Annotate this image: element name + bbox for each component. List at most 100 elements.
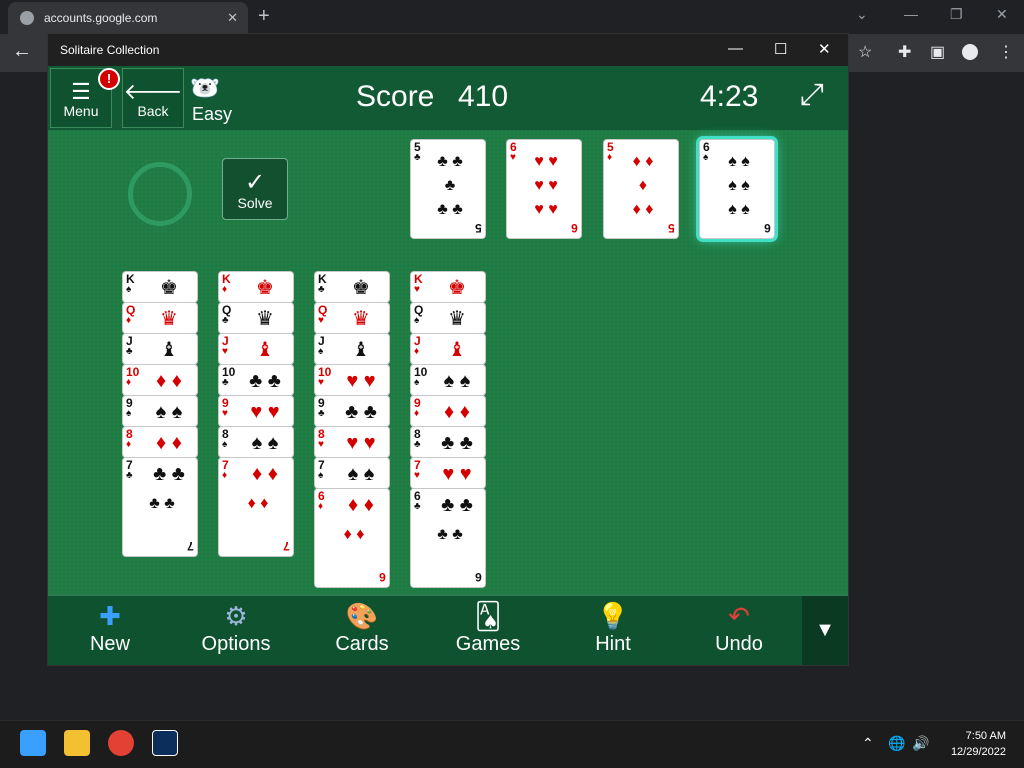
tableau-card[interactable]: K ♠ ♚ xyxy=(122,271,198,303)
file-explorer-icon[interactable] xyxy=(64,730,90,756)
suit-pips-icon: ♦ ♦ xyxy=(348,494,374,516)
start-windows-icon[interactable] xyxy=(20,730,46,756)
close-tab-icon[interactable]: ✕ xyxy=(227,10,238,26)
solitaire-window: Solitaire Collection — ☐ ✕ ☰ Menu ! 🡐 Ba… xyxy=(47,33,849,666)
tableau-card[interactable]: 9 ♦ ♦ ♦ xyxy=(410,395,486,427)
tableau-card[interactable]: 7 ♠ ♠ ♠ xyxy=(314,457,390,489)
tableau-card[interactable]: Q ♣ ♛ xyxy=(218,302,294,334)
tableau-card[interactable]: 10 ♠ ♠ ♠ xyxy=(410,364,486,396)
tableau-card[interactable]: 7 ♦ ♦ ♦ ♦ ♦ 7 xyxy=(218,457,294,557)
tableau-card[interactable]: 10 ♦ ♦ ♦ xyxy=(122,364,198,396)
pip-row: ♦ ♦ xyxy=(632,201,654,218)
card-suit-icon: ♥ xyxy=(318,377,324,388)
pip-row: ♠ ♠ xyxy=(728,177,750,194)
foundation-card[interactable]: 6 ♠ ♠ ♠ ♠ ♠ ♠ ♠ 6 xyxy=(699,139,775,239)
tableau-card[interactable]: 8 ♥ ♥ ♥ xyxy=(314,426,390,458)
gear-icon: ⚙ xyxy=(224,601,248,631)
pip-row: ♣ xyxy=(444,177,456,194)
new-tab-button[interactable]: + xyxy=(258,5,270,28)
tableau-card[interactable]: 9 ♠ ♠ ♠ xyxy=(122,395,198,427)
tableau-card[interactable]: J ♥ ♝ xyxy=(218,333,294,365)
tableau-card[interactable]: 8 ♦ ♦ ♦ xyxy=(122,426,198,458)
system-clock[interactable]: 7:50 AM 12/29/2022 xyxy=(951,728,1006,760)
tableau-card[interactable]: 7 ♥ ♥ ♥ xyxy=(410,457,486,489)
extensions-icon[interactable]: ✚ xyxy=(898,42,911,62)
tableau-card[interactable]: 10 ♣ ♣ ♣ xyxy=(218,364,294,396)
app-minimize-icon[interactable]: — xyxy=(728,40,743,57)
tableau-card[interactable]: K ♥ ♚ xyxy=(410,271,486,303)
app-title: Solitaire Collection xyxy=(60,43,160,57)
card-suit-icon: ♠ xyxy=(222,439,228,450)
card-suit-icon: ♣ xyxy=(222,315,229,326)
court-figure-icon: ♛ xyxy=(352,308,370,330)
app-close-icon[interactable]: ✕ xyxy=(818,40,831,58)
new-game-button[interactable]: ✚ New xyxy=(60,600,160,662)
difficulty-label: Easy xyxy=(192,104,233,124)
tab-search-icon[interactable]: ⌄ xyxy=(856,6,868,23)
court-figure-icon: ♚ xyxy=(256,277,274,299)
suit-pips-icon: ♦ ♦ xyxy=(252,463,278,485)
solitaire-taskbar-icon[interactable] xyxy=(152,730,178,756)
profile-avatar-icon[interactable] xyxy=(962,44,978,60)
tableau-card[interactable]: 7 ♣ ♣ ♣ ♣ ♣ 7 xyxy=(122,457,198,557)
games-button[interactable]: 🂡 Games xyxy=(438,600,538,662)
tableau-card[interactable]: J ♣ ♝ xyxy=(122,333,198,365)
card-suit-icon: ♦ xyxy=(607,152,613,163)
suit-pips-icon: ♦ ♦ xyxy=(247,495,269,512)
tableau-card[interactable]: J ♦ ♝ xyxy=(410,333,486,365)
pip-row: ♥ ♥ xyxy=(534,153,558,170)
tableau-card[interactable]: Q ♦ ♛ xyxy=(122,302,198,334)
fullscreen-icon[interactable]: ⤢ xyxy=(800,78,824,112)
undo-button[interactable]: ↶ Undo xyxy=(689,600,789,662)
card-suit-icon: ♠ xyxy=(318,470,324,481)
card-suit-icon: ♦ xyxy=(126,439,132,450)
timer: 4:23 xyxy=(700,80,759,113)
suit-pips-icon: ♦ ♦ xyxy=(156,370,182,392)
close-window-icon[interactable]: ✕ xyxy=(996,6,1008,23)
options-button[interactable]: ⚙ Options xyxy=(186,600,286,662)
foundation-card[interactable]: 6 ♥ ♥ ♥ ♥ ♥ ♥ ♥ 6 xyxy=(506,139,582,239)
card-suit-icon: ♥ xyxy=(414,284,420,295)
stock-empty-circle-icon[interactable] xyxy=(128,162,192,226)
browser-tab[interactable]: accounts.google.com ✕ xyxy=(8,2,248,34)
side-panel-icon[interactable]: ▣ xyxy=(930,42,945,62)
tableau-card[interactable]: K ♣ ♚ xyxy=(314,271,390,303)
app-maximize-icon[interactable]: ☐ xyxy=(774,40,787,58)
tableau-card[interactable]: 8 ♠ ♠ ♠ xyxy=(218,426,294,458)
restore-icon[interactable]: ❐ xyxy=(950,6,963,23)
tableau-card[interactable]: 10 ♥ ♥ ♥ xyxy=(314,364,390,396)
browser-back-icon[interactable]: ← xyxy=(12,40,32,63)
hint-button[interactable]: 💡 Hint xyxy=(563,600,663,662)
tableau-card[interactable]: Q ♠ ♛ xyxy=(410,302,486,334)
tableau-card[interactable]: 9 ♥ ♥ ♥ xyxy=(218,395,294,427)
chrome-icon[interactable] xyxy=(108,730,134,756)
volume-icon[interactable]: 🔊 xyxy=(912,735,929,752)
tableau-card[interactable]: 6 ♣ ♣ ♣ ♣ ♣ 6 xyxy=(410,488,486,588)
tray-overflow-chevron-icon[interactable]: ⌃ xyxy=(862,735,874,752)
bookmark-star-icon[interactable]: ☆ xyxy=(858,42,872,62)
card-suit-icon: ♣ xyxy=(126,346,133,357)
undo-arrow-icon: ↶ xyxy=(728,601,750,631)
court-figure-icon: ♚ xyxy=(160,277,178,299)
foundation-card[interactable]: 5 ♣ ♣ ♣ ♣ ♣ ♣ 5 xyxy=(410,139,486,239)
network-globe-icon[interactable]: 🌐 xyxy=(888,735,905,752)
foundation-card[interactable]: 5 ♦ ♦ ♦ ♦ ♦ ♦ 5 xyxy=(603,139,679,239)
back-button[interactable]: 🡐 Back xyxy=(122,68,184,128)
tableau-card[interactable]: K ♦ ♚ xyxy=(218,271,294,303)
tableau-card[interactable]: 6 ♦ ♦ ♦ ♦ ♦ 6 xyxy=(314,488,390,588)
minimize-icon[interactable]: — xyxy=(904,6,918,22)
card-suit-icon: ♠ xyxy=(126,284,132,295)
tableau-card[interactable]: 9 ♣ ♣ ♣ xyxy=(314,395,390,427)
solve-button[interactable]: ✓ Solve xyxy=(222,158,288,220)
more-menu-icon[interactable]: ⋮ xyxy=(998,42,1014,62)
tableau-card[interactable]: J ♠ ♝ xyxy=(314,333,390,365)
expand-toolbar-icon[interactable]: ▼ xyxy=(802,596,848,665)
card-suit-icon: ♦ xyxy=(414,408,420,419)
pip-row: ♠ ♠ xyxy=(728,201,750,218)
suit-pips-icon: ♠ ♠ xyxy=(443,370,471,392)
card-suit-icon: ♠ xyxy=(414,315,420,326)
tableau-card[interactable]: Q ♥ ♛ xyxy=(314,302,390,334)
pip-row: ♥ ♥ xyxy=(534,201,558,218)
cards-button[interactable]: 🎨 Cards xyxy=(312,600,412,662)
tableau-card[interactable]: 8 ♣ ♣ ♣ xyxy=(410,426,486,458)
